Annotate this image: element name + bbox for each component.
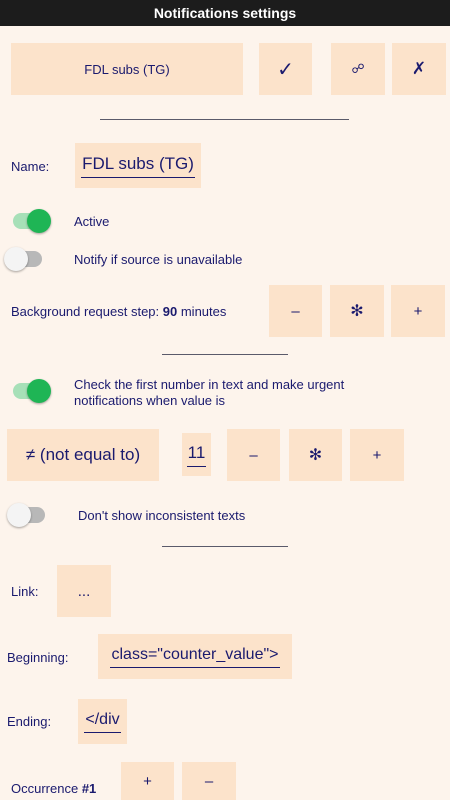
confirm-button[interactable]: ✓ (259, 43, 312, 95)
link-value: ... (77, 582, 91, 600)
step-reset-button[interactable]: ✻ (330, 285, 384, 337)
occurrence-number: #1 (81, 781, 97, 796)
inconsistent-label: Don't show inconsistent texts (78, 508, 246, 523)
check-number-label: Check the first number in text and make … (74, 377, 344, 409)
ending-input[interactable]: </div (78, 699, 127, 744)
name-input-value: FDL subs (TG) (81, 154, 195, 178)
ending-label: Ending: (7, 714, 52, 729)
background-step-value: 90 (162, 304, 178, 319)
plus-icon: + (372, 446, 382, 464)
check-icon: ✓ (277, 58, 294, 81)
ending-value: </div (84, 711, 121, 733)
threshold-input[interactable]: 11 (182, 433, 211, 476)
divider (100, 119, 349, 120)
close-icon: ✗ (411, 59, 427, 78)
active-toggle[interactable] (13, 209, 51, 233)
divider (162, 546, 288, 547)
title-bar: Notifications settings (0, 0, 450, 26)
name-button[interactable]: FDL subs (TG) (11, 43, 243, 95)
notify-unavailable-toggle[interactable] (4, 247, 42, 271)
operator-select[interactable]: ≠ (not equal to) (7, 429, 159, 481)
occurrence-minus-button[interactable]: – (182, 762, 236, 800)
operator-value: ≠ (not equal to) (25, 445, 141, 464)
threshold-value: 11 (186, 443, 207, 467)
threshold-plus-button[interactable]: + (350, 429, 404, 481)
close-button[interactable]: ✗ (392, 43, 446, 95)
threshold-minus-button[interactable]: – (227, 429, 280, 481)
link-button[interactable]: ☍ (331, 43, 385, 95)
plus-icon: + (413, 302, 423, 320)
threshold-reset-button[interactable]: ✻ (289, 429, 342, 481)
link-icon: ☍ (351, 61, 365, 76)
beginning-label: Beginning: (7, 650, 69, 665)
check-number-label-line2: notifications when value is (74, 393, 226, 408)
background-step-prefix: Background request step: (11, 304, 163, 319)
background-step-suffix: minutes (177, 304, 227, 319)
occurrence-prefix: Occurrence (11, 781, 82, 796)
name-button-label: FDL subs (TG) (84, 61, 170, 77)
minus-icon: – (204, 772, 214, 790)
beginning-input[interactable]: class="counter_value"> (98, 634, 292, 679)
page-title: Notifications settings (153, 5, 297, 21)
background-step-label: Background request step: 90 minutes (11, 304, 226, 319)
divider (162, 354, 288, 355)
asterisk-icon: ✻ (308, 447, 323, 464)
notify-unavailable-label: Notify if source is unavailable (74, 252, 243, 267)
active-label: Active (74, 214, 110, 229)
step-plus-button[interactable]: + (391, 285, 445, 337)
inconsistent-toggle[interactable] (7, 503, 45, 527)
check-number-label-line1: Check the first number in text and make … (74, 377, 345, 392)
link-label: Link: (11, 584, 39, 599)
link-input-button[interactable]: ... (57, 565, 111, 617)
name-input[interactable]: FDL subs (TG) (75, 143, 201, 188)
step-minus-button[interactable]: – (269, 285, 322, 337)
toggle-knob (7, 503, 31, 527)
asterisk-icon: ✻ (350, 303, 364, 320)
minus-icon: – (249, 446, 258, 464)
plus-icon: + (143, 772, 152, 790)
check-number-toggle[interactable] (13, 379, 51, 403)
toggle-knob (27, 379, 51, 403)
beginning-value: class="counter_value"> (110, 646, 280, 668)
toggle-knob (4, 247, 28, 271)
minus-icon: – (291, 302, 300, 320)
name-label: Name: (11, 159, 50, 174)
toggle-knob (27, 209, 51, 233)
occurrence-label: Occurrence #1 (11, 781, 96, 796)
occurrence-plus-button[interactable]: + (121, 762, 174, 800)
